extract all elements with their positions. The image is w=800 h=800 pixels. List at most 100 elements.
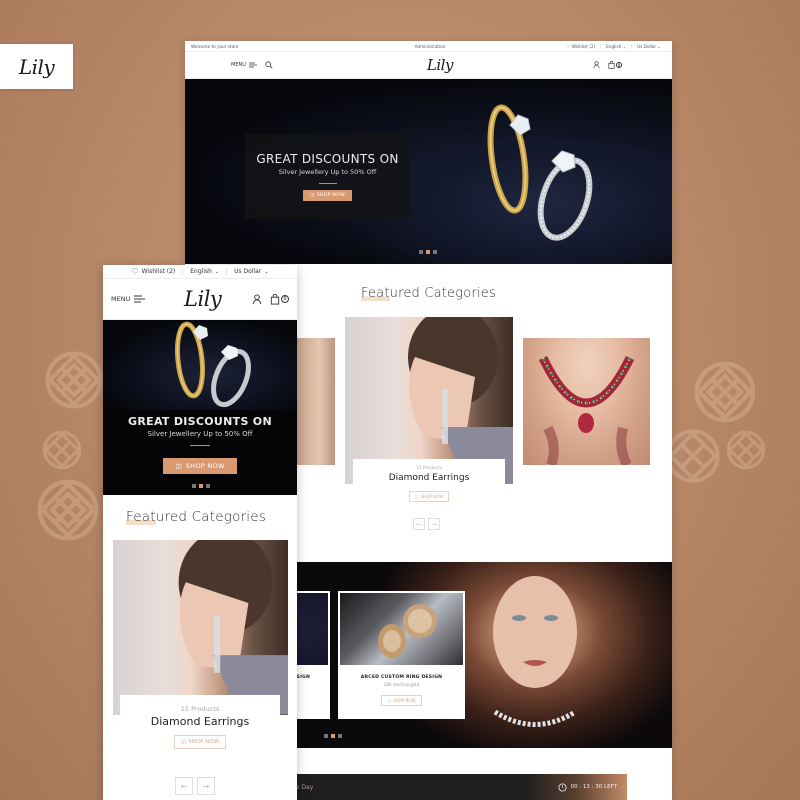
- slider-dot[interactable]: [419, 250, 423, 254]
- slider-dot-active[interactable]: [426, 250, 430, 254]
- slider-dot-active[interactable]: [199, 484, 203, 488]
- wishlist-link[interactable]: ♡ Wishlist (2): [562, 44, 601, 49]
- welcome-text: Welcome to your store: [191, 43, 239, 49]
- bag-icon: ◫: [310, 193, 315, 198]
- cart-button[interactable]: 0: [270, 293, 289, 305]
- slider-dot[interactable]: [324, 734, 328, 738]
- product-count: 15 Products: [180, 705, 220, 713]
- menu-icon: [134, 295, 146, 303]
- brand-logo-card: Lily: [0, 44, 73, 89]
- menu-button[interactable]: MENU: [231, 62, 257, 68]
- heart-icon: ♡: [566, 43, 571, 49]
- shop-now-button[interactable]: ◫ SHOP NOW: [303, 190, 352, 201]
- next-arrow-button[interactable]: →: [197, 777, 215, 795]
- category-name[interactable]: Diamond Earrings: [353, 473, 505, 483]
- wishlist-link[interactable]: ♡ Wishlist (2): [124, 267, 182, 276]
- category-image-diamond-earrings[interactable]: [113, 540, 288, 715]
- rings-background: [103, 320, 297, 410]
- mobile-topbar: ♡ Wishlist (2) English ⌄ Us Dollar ⌄: [103, 265, 297, 279]
- ornament-knot: [693, 360, 757, 424]
- category-image-partial[interactable]: [297, 338, 335, 465]
- necklace-image: [538, 356, 635, 465]
- brand-logo: Lily: [18, 54, 55, 79]
- hero-subtitle: Silver Jewellery Up to 50% Off: [278, 168, 377, 176]
- chevron-down-icon: ⌄: [214, 268, 220, 275]
- chevron-down-icon: ⌄: [657, 43, 661, 49]
- search-icon[interactable]: [265, 61, 273, 69]
- bag-icon: [270, 293, 280, 305]
- slider-dot[interactable]: [433, 250, 437, 254]
- heart-icon: ♡: [131, 267, 139, 276]
- bag-icon: ◫: [180, 739, 187, 745]
- section-title: Featured Categories: [126, 509, 266, 525]
- currency-select[interactable]: Us Dollar ⌄: [226, 268, 275, 275]
- chevron-down-icon: ⌄: [264, 268, 269, 275]
- hero-title: GREAT DISCOUNTS ON: [256, 152, 399, 166]
- slider-dot-active[interactable]: [331, 734, 335, 738]
- ornament-knot: [36, 478, 100, 542]
- carousel-arrows: ← →: [413, 518, 440, 530]
- user-icon[interactable]: [252, 293, 262, 305]
- prev-arrow-button[interactable]: ←: [175, 777, 193, 795]
- mobile-header: MENU Lily 0: [103, 279, 297, 320]
- language-select[interactable]: English ⌄: [182, 268, 226, 275]
- next-arrow-button[interactable]: →: [428, 518, 440, 530]
- category-name[interactable]: Diamond Earrings: [120, 715, 280, 728]
- product-image: [340, 593, 463, 665]
- slider-dot[interactable]: [192, 484, 196, 488]
- category-image-necklace[interactable]: [523, 338, 650, 465]
- menu-button[interactable]: MENU: [111, 295, 146, 303]
- shop-now-button[interactable]: ◫ SHOP NOW: [408, 491, 450, 502]
- administration-link[interactable]: Administration: [415, 44, 446, 49]
- slider-dot[interactable]: [338, 734, 342, 738]
- bag-icon: ◫: [387, 698, 392, 703]
- shop-now-button[interactable]: ◫ SHOP NOW: [163, 458, 237, 474]
- desktop-hero-slider: GREAT DISCOUNTS ON Silver Jewellery Up t…: [185, 79, 672, 264]
- menu-icon: [248, 62, 257, 68]
- slider-dots: [419, 250, 437, 254]
- deal-of-the-day-bar: he Day 00 : 13 : 30 LEFT: [290, 774, 627, 800]
- ornament-knot: [726, 430, 766, 470]
- mobile-mockup: ♡ Wishlist (2) English ⌄ Us Dollar ⌄ MENU …: [103, 265, 297, 800]
- shop-now-button[interactable]: ◫ SHOP NOW: [173, 735, 227, 749]
- desktop-header: MENU Lily 0: [185, 52, 672, 79]
- ornament-knot: [44, 350, 104, 410]
- product-title[interactable]: ARCED CUSTOM RING DESIGN: [340, 675, 463, 680]
- site-logo[interactable]: Lily: [427, 56, 454, 74]
- rings-image: [487, 104, 593, 241]
- mobile-hero-slider: GREAT DISCOUNTS ON Silver Jewellery Up t…: [103, 320, 297, 495]
- cart-button[interactable]: 0: [608, 61, 622, 69]
- currency-select[interactable]: Us Dollar ⌄: [631, 43, 666, 49]
- divider: [190, 445, 210, 446]
- ornament-knot: [42, 430, 82, 470]
- slider-dot[interactable]: [206, 484, 210, 488]
- product-count: 15 Products: [415, 466, 443, 471]
- hero-title: GREAT DISCOUNTS ON: [128, 415, 272, 428]
- cart-count-badge: 0: [281, 295, 289, 303]
- bag-icon: [608, 61, 615, 69]
- slider-dots: [324, 734, 342, 738]
- category-card-info: 15 Products Diamond Earrings ◫ SHOP NOW: [353, 459, 505, 509]
- model-profile: [178, 540, 288, 715]
- hero-caption: GREAT DISCOUNTS ON Silver Jewellery Up t…: [103, 415, 297, 474]
- language-select[interactable]: English ⌄: [600, 43, 631, 49]
- hero-subtitle: Silver Jewellery Up to 50% Off: [147, 430, 253, 438]
- desktop-topbar: Welcome to your store Administration ♡ W…: [185, 41, 672, 52]
- carousel-arrows: ← →: [175, 777, 215, 795]
- product-card[interactable]: ARCED CUSTOM RING DESIGN 20k sterling go…: [338, 591, 465, 719]
- bag-icon: ◫: [414, 494, 419, 499]
- hero-caption: GREAT DISCOUNTS ON Silver Jewellery Up t…: [245, 134, 410, 219]
- user-icon[interactable]: [593, 61, 600, 69]
- mobile-featured-categories: Featured Categories 15 Products Diamond …: [103, 495, 297, 800]
- site-logo[interactable]: Lily: [184, 287, 222, 311]
- gold-rings-image: [378, 604, 437, 658]
- section-title: Featured Categories: [361, 286, 496, 301]
- slider-dots: [192, 484, 210, 488]
- prev-arrow-button[interactable]: ←: [413, 518, 425, 530]
- shop-now-button[interactable]: ◫ SHOP NOW: [381, 695, 422, 706]
- category-card-info: 15 Products Diamond Earrings ◫ SHOP NOW: [120, 695, 280, 765]
- cart-count-badge: 0: [616, 62, 622, 68]
- bag-icon: ◫: [175, 462, 182, 470]
- ornament-knot: [665, 428, 721, 484]
- divider: [318, 183, 337, 184]
